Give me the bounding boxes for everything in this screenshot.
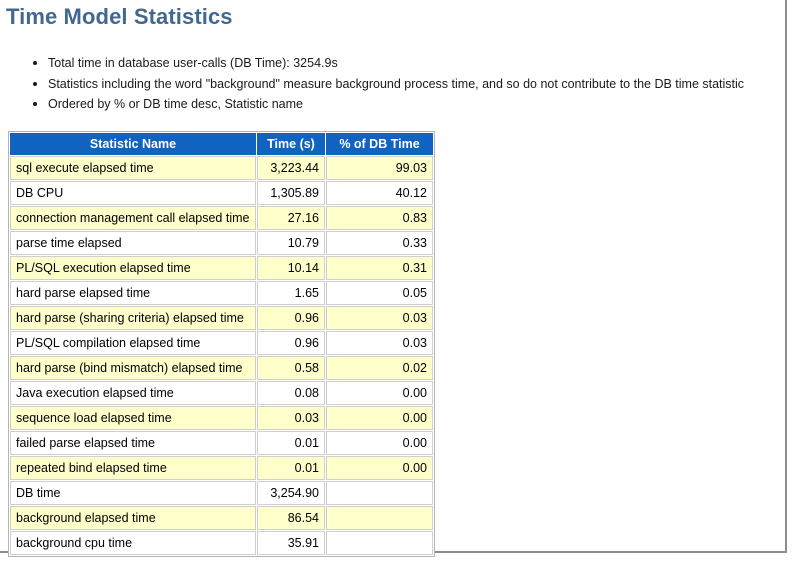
column-header-time-seconds[interactable]: Time (s) bbox=[257, 132, 325, 155]
cell-time-seconds: 1.65 bbox=[257, 280, 325, 305]
table-row: parse time elapsed 10.79 0.33 bbox=[10, 230, 433, 255]
cell-statistic-name: PL/SQL execution elapsed time bbox=[10, 255, 256, 280]
note-item: Total time in database user-calls (DB Ti… bbox=[48, 53, 787, 74]
cell-pct-db-time: 0.00 bbox=[326, 380, 433, 405]
cell-time-seconds: 27.16 bbox=[257, 205, 325, 230]
table-row: background cpu time 35.91 bbox=[10, 530, 433, 555]
cell-statistic-name: repeated bind elapsed time bbox=[10, 455, 256, 480]
note-item: Statistics including the word "backgroun… bbox=[48, 74, 787, 95]
table-row: DB time 3,254.90 bbox=[10, 480, 433, 505]
table-row: repeated bind elapsed time 0.01 0.00 bbox=[10, 455, 433, 480]
table-row: hard parse (sharing criteria) elapsed ti… bbox=[10, 305, 433, 330]
cell-time-seconds: 10.14 bbox=[257, 255, 325, 280]
cell-time-seconds: 1,305.89 bbox=[257, 180, 325, 205]
time-model-statistics-table: Statistic Name Time (s) % of DB Time sql… bbox=[8, 130, 435, 557]
cell-pct-db-time bbox=[326, 505, 433, 530]
notes-list: Total time in database user-calls (DB Ti… bbox=[0, 53, 787, 115]
cell-statistic-name: background cpu time bbox=[10, 530, 256, 555]
cell-statistic-name: sequence load elapsed time bbox=[10, 405, 256, 430]
cell-pct-db-time: 40.12 bbox=[326, 180, 433, 205]
cell-pct-db-time bbox=[326, 530, 433, 555]
cell-pct-db-time: 0.83 bbox=[326, 205, 433, 230]
cell-pct-db-time: 0.03 bbox=[326, 305, 433, 330]
cell-pct-db-time: 0.05 bbox=[326, 280, 433, 305]
table-row: failed parse elapsed time 0.01 0.00 bbox=[10, 430, 433, 455]
cell-time-seconds: 0.08 bbox=[257, 380, 325, 405]
cell-statistic-name: hard parse (sharing criteria) elapsed ti… bbox=[10, 305, 256, 330]
table-row: PL/SQL execution elapsed time 10.14 0.31 bbox=[10, 255, 433, 280]
cell-time-seconds: 0.96 bbox=[257, 330, 325, 355]
cell-statistic-name: DB CPU bbox=[10, 180, 256, 205]
table-header-row: Statistic Name Time (s) % of DB Time bbox=[10, 132, 433, 155]
cell-statistic-name: sql execute elapsed time bbox=[10, 155, 256, 180]
cell-time-seconds: 0.96 bbox=[257, 305, 325, 330]
cell-time-seconds: 35.91 bbox=[257, 530, 325, 555]
cell-statistic-name: hard parse (bind mismatch) elapsed time bbox=[10, 355, 256, 380]
cell-pct-db-time: 0.03 bbox=[326, 330, 433, 355]
cell-pct-db-time: 0.33 bbox=[326, 230, 433, 255]
cell-statistic-name: Java execution elapsed time bbox=[10, 380, 256, 405]
cell-time-seconds: 10.79 bbox=[257, 230, 325, 255]
table-body: sql execute elapsed time 3,223.44 99.03 DB … bbox=[10, 155, 433, 555]
cell-pct-db-time: 0.00 bbox=[326, 455, 433, 480]
cell-pct-db-time: 0.02 bbox=[326, 355, 433, 380]
cell-statistic-name: DB time bbox=[10, 480, 256, 505]
cell-statistic-name: background elapsed time bbox=[10, 505, 256, 530]
cell-time-seconds: 0.01 bbox=[257, 430, 325, 455]
cell-statistic-name: PL/SQL compilation elapsed time bbox=[10, 330, 256, 355]
cell-pct-db-time: 0.31 bbox=[326, 255, 433, 280]
table-row: hard parse (bind mismatch) elapsed time 0… bbox=[10, 355, 433, 380]
cell-pct-db-time bbox=[326, 480, 433, 505]
table-row: PL/SQL compilation elapsed time 0.96 0.03 bbox=[10, 330, 433, 355]
table-row: Java execution elapsed time 0.08 0.00 bbox=[10, 380, 433, 405]
cell-statistic-name: hard parse elapsed time bbox=[10, 280, 256, 305]
cell-statistic-name: connection management call elapsed time bbox=[10, 205, 256, 230]
note-item: Ordered by % or DB time desc, Statistic … bbox=[48, 94, 787, 115]
table-row: hard parse elapsed time 1.65 0.05 bbox=[10, 280, 433, 305]
cell-pct-db-time: 0.00 bbox=[326, 405, 433, 430]
table-row: sequence load elapsed time 0.03 0.00 bbox=[10, 405, 433, 430]
cell-time-seconds: 3,223.44 bbox=[257, 155, 325, 180]
cell-time-seconds: 3,254.90 bbox=[257, 480, 325, 505]
table-row: sql execute elapsed time 3,223.44 99.03 bbox=[10, 155, 433, 180]
stats-table-container: Statistic Name Time (s) % of DB Time sql… bbox=[8, 130, 435, 557]
cell-time-seconds: 86.54 bbox=[257, 505, 325, 530]
cell-pct-db-time: 99.03 bbox=[326, 155, 433, 180]
report-content: Time Model Statistics Total time in data… bbox=[0, 0, 787, 557]
table-row: background elapsed time 86.54 bbox=[10, 505, 433, 530]
cell-statistic-name: failed parse elapsed time bbox=[10, 430, 256, 455]
column-header-pct-db-time[interactable]: % of DB Time bbox=[326, 132, 433, 155]
cell-time-seconds: 0.58 bbox=[257, 355, 325, 380]
column-header-statistic-name[interactable]: Statistic Name bbox=[10, 132, 256, 155]
cell-pct-db-time: 0.00 bbox=[326, 430, 433, 455]
table-row: DB CPU 1,305.89 40.12 bbox=[10, 180, 433, 205]
cell-time-seconds: 0.03 bbox=[257, 405, 325, 430]
table-row: connection management call elapsed time 2… bbox=[10, 205, 433, 230]
cell-statistic-name: parse time elapsed bbox=[10, 230, 256, 255]
page-title: Time Model Statistics bbox=[6, 4, 233, 29]
cell-time-seconds: 0.01 bbox=[257, 455, 325, 480]
